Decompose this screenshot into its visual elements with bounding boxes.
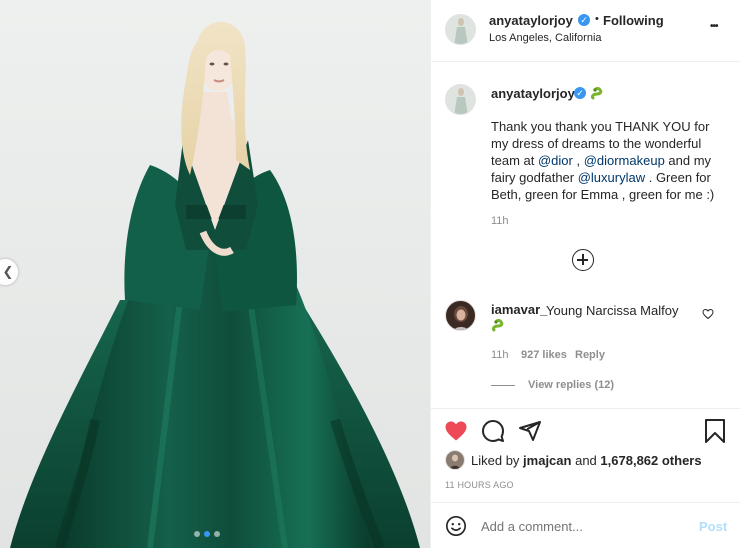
more-options-icon[interactable]: •••: [710, 21, 718, 32]
liked-by-user[interactable]: jmajcan: [523, 453, 571, 468]
chevron-left-icon: ❮: [2, 264, 14, 279]
emoji-smiley-icon[interactable]: [445, 515, 467, 537]
carousel-indicator: [194, 531, 220, 537]
share-paper-plane-icon[interactable]: [518, 419, 542, 443]
mention-link[interactable]: @diormakeup: [584, 153, 665, 168]
liked-by-prefix: Liked by: [471, 453, 520, 468]
post-photo: [0, 0, 430, 548]
mention-link[interactable]: @luxurylaw: [578, 170, 645, 185]
snake-emoji-icon: [590, 87, 603, 100]
comment-input[interactable]: [481, 516, 681, 536]
author-username[interactable]: anyataylorjoy: [489, 13, 573, 28]
follow-separator: •: [595, 13, 599, 25]
verified-badge-icon: ✓: [578, 14, 590, 26]
comment-reply-button[interactable]: Reply: [575, 349, 605, 361]
comment-timestamp: 11h: [491, 349, 509, 361]
heart-filled-icon[interactable]: [444, 419, 468, 443]
liked-by-conjunction: and: [575, 453, 597, 468]
replies-divider: [491, 385, 515, 386]
commenter-avatar[interactable]: [445, 300, 476, 331]
mention-link[interactable]: @dior: [538, 153, 573, 168]
location-link[interactable]: Los Angeles, California: [489, 32, 602, 44]
liked-by-avatar[interactable]: [445, 450, 465, 470]
carousel-dot: [194, 531, 200, 537]
view-replies-button[interactable]: View replies (12): [528, 379, 614, 391]
caption-author-avatar[interactable]: [445, 84, 476, 115]
commenter-username[interactable]: iamavar_: [491, 302, 547, 317]
post-media[interactable]: ❮: [0, 0, 430, 548]
load-more-comments-icon[interactable]: [572, 249, 594, 271]
carousel-dot-active: [204, 531, 210, 537]
comment-like-heart-icon[interactable]: [702, 308, 714, 320]
comment-icon[interactable]: [481, 419, 505, 443]
comments-section: anyataylorjoy ✓ Thank you thank you THAN…: [431, 62, 740, 408]
post-header: anyataylorjoy ✓ • Following Los Angeles,…: [431, 0, 740, 62]
likes-count[interactable]: 1,678,862 others: [600, 453, 701, 468]
comment-likes-count[interactable]: 927 likes: [521, 349, 567, 361]
caption-author-username[interactable]: anyataylorjoy: [491, 86, 575, 101]
snake-emoji-icon: [491, 319, 504, 332]
following-button[interactable]: Following: [603, 13, 664, 28]
post-sidebar: anyataylorjoy ✓ • Following Los Angeles,…: [430, 0, 740, 548]
liked-by-text: Liked by jmajcan and 1,678,862 others: [471, 453, 702, 468]
post-comment-button[interactable]: Post: [699, 519, 727, 534]
verified-badge-icon: ✓: [574, 87, 586, 99]
comment-text: Young Narcissa Malfoy: [546, 303, 679, 318]
caption-segment: ,: [572, 153, 584, 168]
caption-timestamp: 11h: [491, 215, 509, 227]
save-bookmark-icon[interactable]: [704, 419, 726, 443]
author-avatar[interactable]: [445, 14, 476, 45]
post-timestamp[interactable]: 11 HOURS AGO: [445, 480, 514, 490]
caption-text: Thank you thank you THANK YOU for my dre…: [491, 118, 715, 203]
carousel-dot: [214, 531, 220, 537]
comment-composer: Post: [431, 502, 740, 548]
